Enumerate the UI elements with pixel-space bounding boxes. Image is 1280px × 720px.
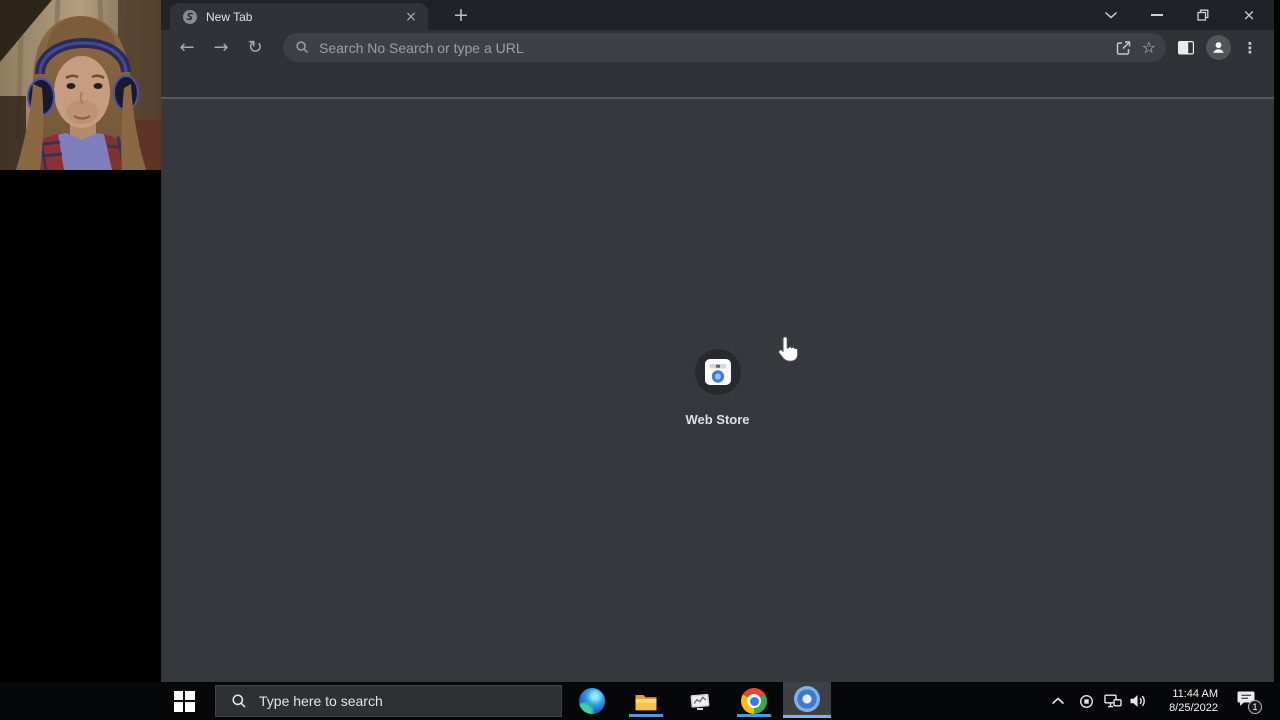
tab-search-chevron-icon[interactable] [1088, 0, 1134, 30]
taskbar-item-task-manager[interactable] [685, 686, 715, 716]
clock-date: 8/25/2022 [1169, 702, 1218, 714]
address-placeholder: Search No Search or type a URL [319, 39, 524, 56]
new-tab-page: Web Store [161, 99, 1274, 682]
taskbar-item-chrome[interactable] [739, 686, 769, 716]
tab-strip: New Tab × + × [161, 0, 1274, 30]
search-icon [296, 41, 309, 54]
tray-app-button[interactable] [1079, 694, 1094, 709]
volume-icon [1130, 695, 1145, 707]
webstore-logo-icon [704, 359, 731, 385]
network-icon [1104, 694, 1122, 708]
taskbar-clock[interactable]: 11:44 AM 8/25/2022 [1152, 687, 1218, 715]
webcam-overlay [0, 0, 161, 171]
tab-title: New Tab [206, 9, 253, 24]
edge-icon [579, 688, 605, 714]
file-explorer-icon [635, 695, 657, 711]
browser-toolbar: ← → ↻ Search No Search or type a URL ☆ ⋮ [161, 30, 1274, 65]
task-manager-icon [690, 693, 710, 710]
chrome-icon [741, 688, 767, 714]
restore-icon [1197, 9, 1209, 21]
tab-favicon-icon [183, 9, 197, 24]
taskbar-item-edge[interactable] [577, 686, 607, 716]
volume-button[interactable] [1129, 693, 1147, 709]
taskbar-search-icon [232, 694, 246, 708]
hand-cursor-icon [778, 336, 799, 362]
taskbar-search-box[interactable]: Type here to search [215, 685, 562, 717]
webcam-person-illustration [0, 0, 161, 171]
tray-chevron-up-button[interactable] [1051, 697, 1065, 705]
close-window-button[interactable]: × [1226, 0, 1272, 30]
restore-button[interactable] [1180, 0, 1226, 30]
file-explorer-running-indicator [629, 714, 663, 717]
network-button[interactable] [1104, 694, 1122, 708]
reload-button[interactable]: ↻ [241, 34, 269, 62]
side-panel-button[interactable] [1170, 33, 1202, 63]
windows-start-icon [173, 690, 195, 712]
action-center-button[interactable]: 1 [1236, 690, 1262, 714]
clock-time: 11:44 AM [1172, 688, 1218, 700]
bookmarks-bar [161, 65, 1274, 97]
chrome-running-indicator [737, 714, 771, 717]
minimize-icon [1151, 14, 1163, 16]
new-tab-button[interactable]: + [449, 5, 473, 26]
screen-right-edge [1274, 0, 1280, 682]
notification-count-badge: 1 [1248, 700, 1262, 714]
share-icon[interactable] [1114, 39, 1132, 57]
profile-icon [1205, 35, 1231, 60]
webstore-shortcut[interactable]: Web Store [685, 349, 750, 427]
taskbar-item-file-explorer[interactable] [631, 686, 661, 716]
taskbar-search-placeholder: Type here to search [259, 693, 383, 709]
tray-app-icon [1079, 694, 1094, 709]
address-bar[interactable]: Search No Search or type a URL ☆ [283, 33, 1166, 62]
menu-button[interactable]: ⋮ [1234, 33, 1266, 63]
forward-button[interactable]: → [207, 34, 235, 62]
tab-close-icon[interactable]: × [402, 8, 420, 26]
chromium-running-indicator [783, 715, 831, 718]
browser-window: New Tab × + × ← → ↻ Search No Search or … [161, 0, 1274, 682]
omnibox-actions: ☆ [1114, 39, 1156, 57]
screen: New Tab × + × ← → ↻ Search No Search or … [0, 0, 1280, 720]
chromium-icon [794, 685, 820, 712]
start-button[interactable] [161, 682, 207, 720]
webstore-label: Web Store [685, 412, 750, 427]
tray-chevron-up-icon [1051, 697, 1065, 705]
window-controls: × [1088, 0, 1272, 30]
taskbar-item-chromium-active[interactable] [783, 682, 831, 715]
taskbar: Type here to search 11:44 AM 8/25/2022 1 [0, 682, 1280, 720]
minimize-button[interactable] [1134, 0, 1180, 30]
side-panel-icon [1178, 40, 1194, 54]
back-button[interactable]: ← [173, 34, 201, 62]
tab-new-tab[interactable]: New Tab × [170, 3, 428, 30]
webstore-tile[interactable] [694, 349, 741, 395]
bookmark-star-icon[interactable]: ☆ [1142, 39, 1156, 56]
profile-button[interactable] [1202, 33, 1234, 63]
